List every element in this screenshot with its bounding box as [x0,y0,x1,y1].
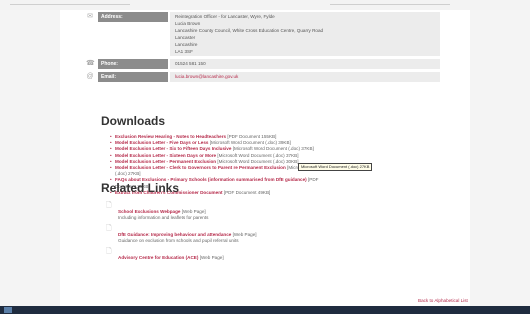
download-link[interactable]: Model Exclusion Letter - Five Days or Le… [115,140,208,145]
document-icon: 🗋 [106,248,112,255]
download-meta: [Microsoft Word Document (.doc) 39KB] [209,140,291,146]
download-link[interactable]: Model Exclusion Letter - Sixteen Days or… [115,153,216,158]
related-link-meta: [Web Page] [199,255,224,260]
address-line: Lancaster [175,35,196,40]
address-line: Lancashire [175,42,198,47]
related-link[interactable]: DfE Guidance: Improving behaviour and at… [118,232,231,237]
link-tooltip: Microsoft Word Document (.doc) 27KB [298,163,373,171]
footer-logo [4,307,12,313]
address-line: Lancashire County Council, White Cross E… [175,28,324,33]
email-link[interactable]: lucia.brown@lancashire.gov.uk [175,74,238,79]
document-icon: 🗋 [106,225,112,232]
related-links-heading: Related Links [101,181,180,195]
phone-row: ☎ Phone: 01524 581 150 [86,59,440,69]
related-link-item: 🗋 DfE Guidance: Improving behaviour and … [106,225,257,244]
related-link-item: 🗋 School Exclusions Webpage [Web Page] I… [106,202,209,221]
address-line: Reintegration Officer - for Lancaster, W… [175,14,275,19]
email-row: @ Email: lucia.brown@lancashire.gov.uk [86,72,440,82]
envelope-icon: ✉ [87,13,93,20]
address-value: Reintegration Officer - for Lancaster, W… [170,12,440,56]
phone-label: Phone: [98,59,168,69]
page-content: ✉ Address: Reintegration Officer - for L… [60,10,470,306]
address-label: Address: [98,12,168,22]
contact-details: ✉ Address: Reintegration Officer - for L… [86,12,440,85]
address-line: Lucia Brown [175,21,201,26]
phone-icon: ☎ [86,60,95,67]
download-link[interactable]: Model Exclusion Letter - Clerk to Govern… [115,165,286,170]
download-meta: [Microsoft Word Document (.doc) 37KB] [217,152,299,158]
email-label: Email: [98,72,168,82]
at-icon: @ [86,73,94,80]
download-item: • Model Exclusion Letter - Clerk to Gover… [110,165,450,177]
footer-bar [0,306,530,314]
download-meta: [Microsoft Word Document (.doc) 30KB] [217,158,299,164]
related-link-meta: [Web Page] [181,209,206,214]
address-line: LA1 3SF [175,49,193,54]
download-link[interactable]: Model Exclusion Letter - Permanent Exclu… [115,159,216,164]
download-link[interactable]: Model Exclusion Letter - Six to Fifteen … [115,146,231,151]
download-meta: [PDF [307,177,319,183]
related-link-description: Including information and leaflets for p… [118,215,209,220]
related-link-item: 🗋 Advisory Centre for Education (ACE) [W… [106,248,224,261]
download-meta: [Microsoft Word Document (.doc) 37KB] [232,146,314,152]
download-meta: [PDF Document 155KB] [227,134,277,139]
email-value: lucia.brown@lancashire.gov.uk [170,72,440,82]
related-link-description: Guidance on exclusion from schools and p… [118,238,239,243]
right-margin [470,10,530,306]
back-to-list-link[interactable]: Back to Alphabetical List [418,298,468,303]
related-link-meta: [Web Page] [232,232,257,237]
left-margin [0,10,60,306]
download-link[interactable]: Exclusion Review Hearing - Notes to Head… [115,134,226,139]
download-meta: [PDF Document 49KB] [223,189,271,195]
bullet-icon: • [110,165,112,171]
document-icon: 🗋 [106,202,112,209]
phone-value: 01524 581 150 [170,59,440,69]
related-link[interactable]: Advisory Centre for Education (ACE) [118,255,198,260]
address-row: ✉ Address: Reintegration Officer - for L… [86,12,440,56]
related-link[interactable]: School Exclusions Webpage [118,209,180,214]
downloads-heading: Downloads [101,114,166,128]
